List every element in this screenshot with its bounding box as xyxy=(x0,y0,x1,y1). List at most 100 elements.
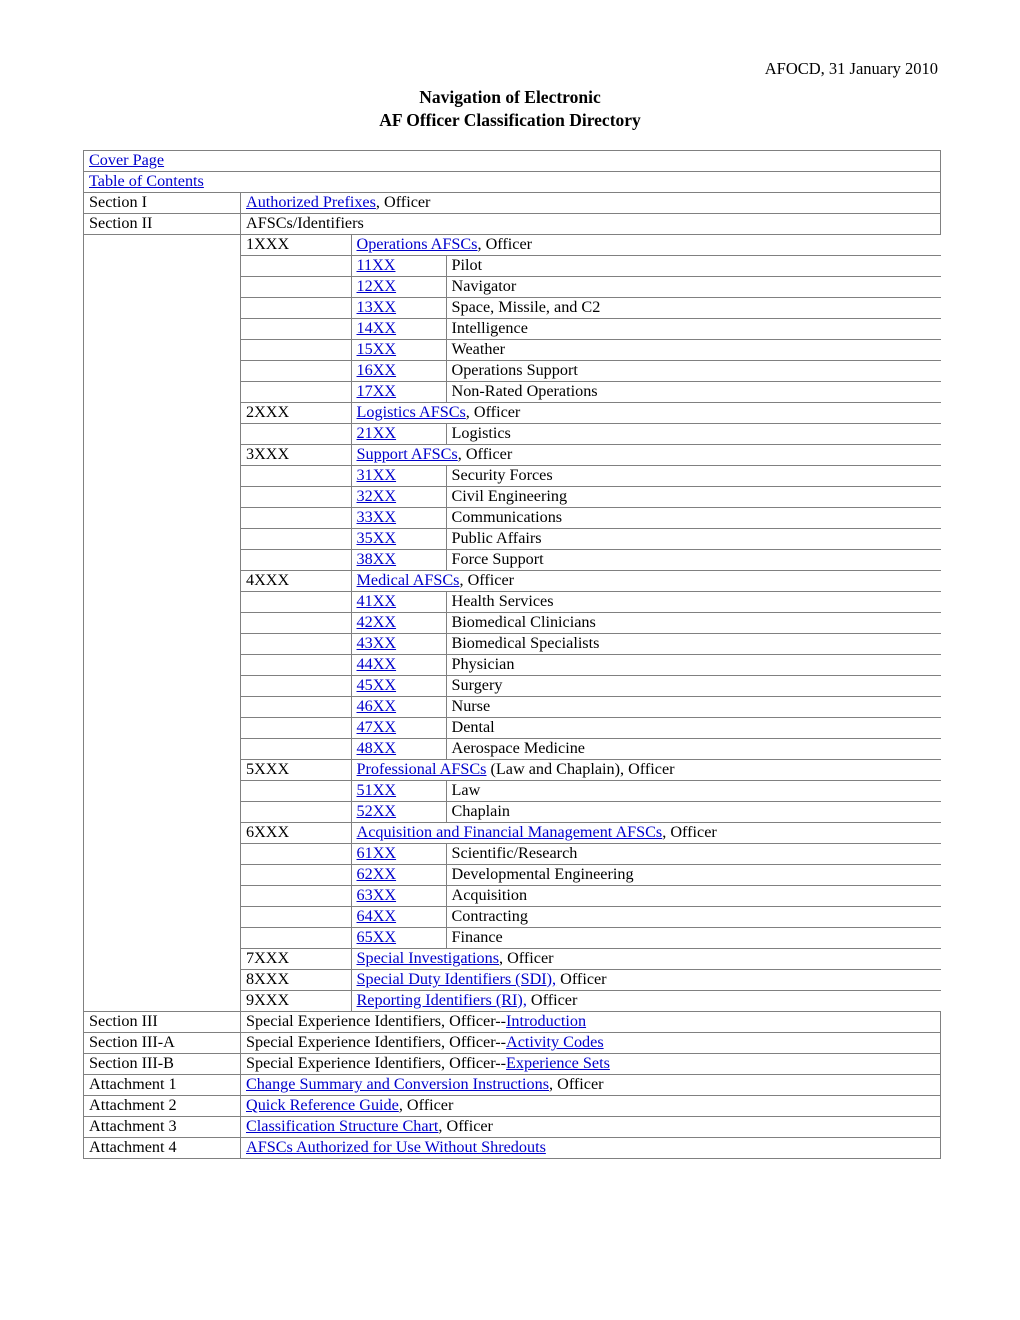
afsc-group-link-special-investigations[interactable]: Special Investigations xyxy=(357,950,500,968)
section-i-label: Section I xyxy=(83,192,241,214)
afsc-code-link-48xx[interactable]: 48XX xyxy=(357,740,397,758)
afsc-code-link-45xx[interactable]: 45XX xyxy=(357,677,397,695)
afsc-code-link-65xx[interactable]: 65XX xyxy=(357,929,397,947)
afsc-code-link-64xx[interactable]: 64XX xyxy=(357,908,397,926)
attachment-label-text: Attachment 4 xyxy=(89,1138,177,1157)
afsc-group-suffix: Officer xyxy=(526,991,578,1009)
afsc-code-link-47xx[interactable]: 47XX xyxy=(357,719,397,737)
afsc-child-code-46xx: 46XX xyxy=(350,696,447,718)
afsc-code-link-21xx[interactable]: 21XX xyxy=(357,425,397,443)
afsc-child-code-62xx: 62XX xyxy=(350,864,447,886)
afsc-group-row: 8XXX Special Duty Identifiers (SDI), Offi… xyxy=(241,969,941,991)
afsc-child-spacer xyxy=(241,696,352,718)
afsc-group-link-support-afscs[interactable]: Support AFSCs xyxy=(357,446,458,464)
afsc-code-link-14xx[interactable]: 14XX xyxy=(357,320,397,338)
afsc-child-desc-14xx: Intelligence xyxy=(445,318,941,340)
afsc-child-desc-text: Finance xyxy=(451,928,503,947)
attachment-value-attachment-3: Classification Structure Chart, Officer xyxy=(239,1116,942,1138)
afsc-code-link-32xx[interactable]: 32XX xyxy=(357,488,397,506)
section-ii-value-text: AFSCs/Identifiers xyxy=(246,214,364,233)
afsc-code-link-12xx[interactable]: 12XX xyxy=(357,278,397,296)
afsc-code-link-43xx[interactable]: 43XX xyxy=(357,635,397,653)
table-row: Section II AFSCs/Identifiers xyxy=(83,213,942,235)
afsc-child-spacer xyxy=(241,654,352,676)
afsc-code-link-11xx[interactable]: 11XX xyxy=(357,257,396,275)
afsc-code-link-33xx[interactable]: 33XX xyxy=(357,509,397,527)
afsc-child-row: 35XX Public Affairs xyxy=(241,528,941,550)
running-header: AFOCD, 31 January 2010 xyxy=(764,59,938,78)
afsc-code-link-16xx[interactable]: 16XX xyxy=(357,362,397,380)
afsc-child-row: 14XX Intelligence xyxy=(241,318,941,340)
afsc-code-link-15xx[interactable]: 15XX xyxy=(357,341,397,359)
afsc-group-link-medical-afscs[interactable]: Medical AFSCs xyxy=(357,572,460,590)
afsc-group-code-text: 2XXX xyxy=(246,403,290,422)
afsc-child-spacer xyxy=(241,318,352,340)
afsc-child-desc-text: Nurse xyxy=(451,697,491,716)
afsc-group-link-special-duty-identifiers-sdi[interactable]: Special Duty Identifiers (SDI), xyxy=(357,971,557,989)
table-row: Attachment 3 Classification Structure Cha… xyxy=(83,1116,942,1138)
section-link-activity-codes[interactable]: Activity Codes xyxy=(506,1034,604,1052)
afsc-code-link-51xx[interactable]: 51XX xyxy=(357,782,397,800)
afsc-child-desc-38xx: Force Support xyxy=(445,549,941,571)
table-of-contents-link[interactable]: Table of Contents xyxy=(89,173,204,191)
afsc-group-code-text: 3XXX xyxy=(246,445,290,464)
afsc-child-desc-text: Biomedical Specialists xyxy=(451,634,600,653)
afsc-group-code-6xxx: 6XXX xyxy=(241,822,352,844)
afsc-child-code-35xx: 35XX xyxy=(350,528,447,550)
section-link-introduction[interactable]: Introduction xyxy=(506,1013,586,1031)
afsc-code-link-38xx[interactable]: 38XX xyxy=(357,551,397,569)
afsc-child-desc-text: Law xyxy=(451,781,481,800)
afsc-child-desc-text: Surgery xyxy=(451,676,503,695)
afsc-child-code-45xx: 45XX xyxy=(350,675,447,697)
section-link-experience-sets[interactable]: Experience Sets xyxy=(506,1055,610,1073)
afsc-group-link-acquisition-and-financial-management-afscs[interactable]: Acquisition and Financial Management AFS… xyxy=(357,824,663,842)
afsc-block-row: 1XXX Operations AFSCs, Officer 11XX Pilot 12… xyxy=(83,234,941,1012)
afsc-group-value-3xxx: Support AFSCs, Officer xyxy=(350,444,941,466)
afsc-child-row: 11XX Pilot xyxy=(241,255,941,277)
afsc-code-link-46xx[interactable]: 46XX xyxy=(357,698,397,716)
afsc-group-link-logistics-afscs[interactable]: Logistics AFSCs xyxy=(357,404,466,422)
afsc-group-row: 7XXX Special Investigations, Officer xyxy=(241,948,941,970)
attachment-link-change-summary-and-conversion-instructions[interactable]: Change Summary and Conversion Instructio… xyxy=(246,1076,549,1094)
afsc-child-desc-text: Navigator xyxy=(451,277,517,296)
afsc-child-code-47xx: 47XX xyxy=(350,717,447,739)
attachment-link-classification-structure-chart[interactable]: Classification Structure Chart xyxy=(246,1118,438,1136)
afsc-child-code-17xx: 17XX xyxy=(350,381,447,403)
authorized-prefixes-link[interactable]: Authorized Prefixes xyxy=(246,194,376,212)
afsc-code-link-52xx[interactable]: 52XX xyxy=(357,803,397,821)
afsc-group-code-8xxx: 8XXX xyxy=(241,969,352,991)
afsc-group-value-9xxx: Reporting Identifiers (RI), Officer xyxy=(350,990,941,1011)
afsc-group-link-operations-afscs[interactable]: Operations AFSCs xyxy=(357,235,478,253)
afsc-child-code-41xx: 41XX xyxy=(350,591,447,613)
cover-page-link[interactable]: Cover Page xyxy=(89,152,164,170)
afsc-child-desc-text: Intelligence xyxy=(451,319,528,338)
afsc-code-link-42xx[interactable]: 42XX xyxy=(357,614,397,632)
afsc-child-row: 45XX Surgery xyxy=(241,675,941,697)
afsc-code-link-44xx[interactable]: 44XX xyxy=(357,656,397,674)
afsc-group-value-6xxx: Acquisition and Financial Management AFS… xyxy=(350,822,941,844)
afsc-child-row: 41XX Health Services xyxy=(241,591,941,613)
afsc-code-link-35xx[interactable]: 35XX xyxy=(357,530,397,548)
attachment-link-quick-reference-guide[interactable]: Quick Reference Guide xyxy=(246,1097,399,1115)
afsc-block-spacer xyxy=(83,234,241,1012)
afsc-child-code-32xx: 32XX xyxy=(350,486,447,508)
afsc-group-code-1xxx: 1XXX xyxy=(241,235,352,256)
afsc-code-link-17xx[interactable]: 17XX xyxy=(357,383,397,401)
afsc-code-link-63xx[interactable]: 63XX xyxy=(357,887,397,905)
afsc-child-row: 12XX Navigator xyxy=(241,276,941,298)
navigation-table: Cover Page Table of Contents Section I Auth… xyxy=(82,150,942,1159)
afsc-group-link-reporting-identifiers-ri[interactable]: Reporting Identifiers (RI), xyxy=(357,991,527,1009)
afsc-group-link-professional-afscs[interactable]: Professional AFSCs xyxy=(357,761,487,779)
afsc-child-desc-11xx: Pilot xyxy=(445,255,941,277)
table-row: Section III Special Experience Identifier… xyxy=(83,1011,942,1033)
afsc-child-row: 63XX Acquisition xyxy=(241,885,941,907)
afsc-code-link-13xx[interactable]: 13XX xyxy=(357,299,397,317)
afsc-code-link-62xx[interactable]: 62XX xyxy=(357,866,397,884)
afsc-child-desc-63xx: Acquisition xyxy=(445,885,941,907)
afsc-code-link-41xx[interactable]: 41XX xyxy=(357,593,397,611)
section-label-text: Section III xyxy=(89,1012,158,1031)
attachment-link-afscs-authorized-for-use-without-shredouts[interactable]: AFSCs Authorized for Use Without Shredou… xyxy=(246,1139,546,1157)
afsc-code-link-61xx[interactable]: 61XX xyxy=(357,845,397,863)
attachment-label-attachment-2: Attachment 2 xyxy=(83,1095,241,1117)
afsc-code-link-31xx[interactable]: 31XX xyxy=(357,467,397,485)
